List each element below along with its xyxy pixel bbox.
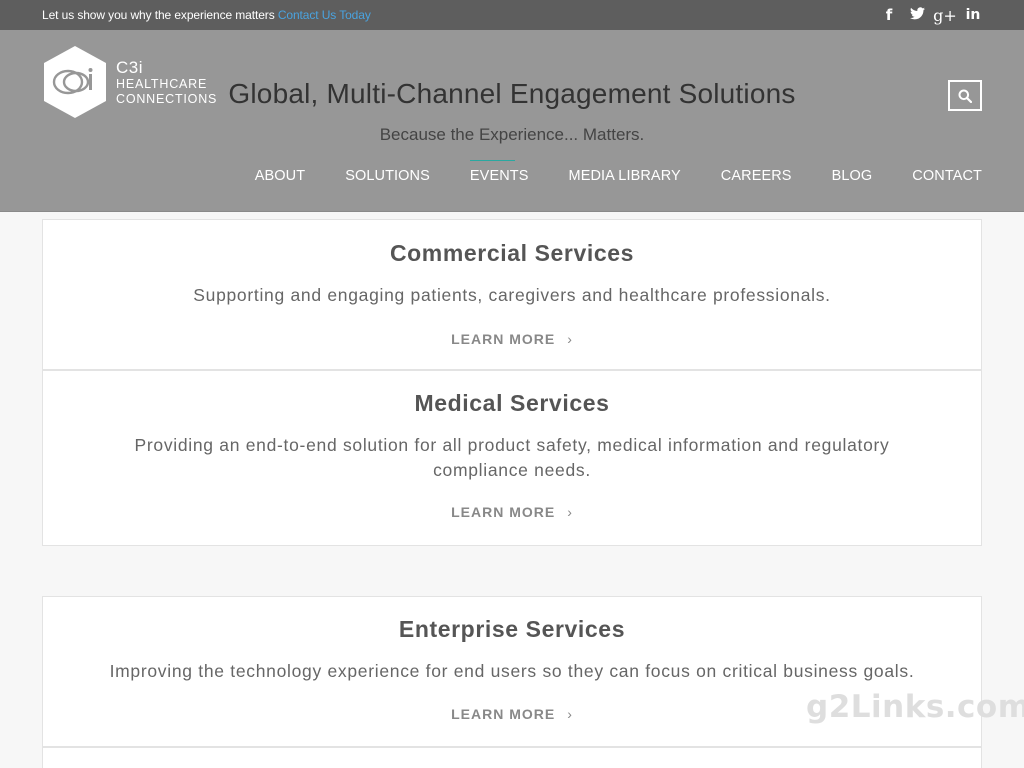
service-card-partial [42, 747, 982, 768]
social-links: f g+ in [875, 6, 987, 25]
headline-text: Global, Multi-Channel Engagement Solutio… [228, 78, 796, 109]
service-card-commercial: Commercial Services Supporting and engag… [42, 219, 982, 370]
service-description: Improving the technology experience for … [109, 661, 915, 681]
nav-item-media-library[interactable]: MEDIA LIBRARY [569, 168, 681, 184]
learn-more-label: LEARN MORE [451, 706, 556, 722]
chevron-right-icon: › [567, 331, 573, 347]
service-description: Supporting and engaging patients, caregi… [193, 285, 831, 305]
service-description: Providing an end-to-end solution for all… [134, 435, 890, 480]
contact-us-link[interactable]: Contact Us Today [278, 8, 371, 22]
service-title: Enterprise Services [398, 616, 626, 642]
site-header: C3i HEALTHCARE CONNECTIONS Global, Multi… [0, 30, 1024, 212]
learn-more-link[interactable]: LEARN MORE › [451, 504, 573, 520]
chevron-right-icon: › [567, 706, 573, 722]
page-tagline: Because the Experience... Matters. [379, 125, 645, 144]
top-bar: Let us show you why the experience matte… [0, 0, 1024, 30]
twitter-icon[interactable] [903, 6, 931, 24]
facebook-icon[interactable]: f [875, 6, 903, 24]
learn-more-link[interactable]: LEARN MORE › [451, 706, 573, 722]
promo-text: Let us show you why the experience matte… [42, 8, 371, 22]
main-nav: ABOUT SOLUTIONS EVENTS MEDIA LIBRARY CAR… [255, 160, 982, 184]
service-card-medical: Medical Services Providing an end-to-end… [42, 370, 982, 546]
nav-item-careers[interactable]: CAREERS [721, 168, 792, 184]
logo-brand: C3i [116, 58, 144, 77]
promo-message: Let us show you why the experience matte… [42, 8, 275, 22]
learn-more-label: LEARN MORE [451, 504, 556, 520]
nav-item-events[interactable]: EVENTS [469, 160, 529, 184]
nav-item-contact[interactable]: CONTACT [912, 168, 982, 184]
chevron-right-icon: › [567, 504, 573, 520]
search-icon [958, 89, 972, 103]
service-title: Commercial Services [389, 240, 635, 266]
search-button[interactable] [948, 80, 982, 111]
service-title: Medical Services [414, 390, 610, 416]
page-headline: Global, Multi-Channel Engagement Solutio… [0, 78, 1024, 110]
nav-item-solutions[interactable]: SOLUTIONS [345, 168, 430, 184]
learn-more-label: LEARN MORE [451, 331, 556, 347]
linkedin-icon[interactable]: in [959, 7, 987, 23]
google-plus-icon[interactable]: g+ [931, 6, 959, 25]
nav-item-about[interactable]: ABOUT [255, 168, 305, 184]
nav-item-blog[interactable]: BLOG [832, 168, 873, 184]
watermark: g2Links.com [806, 689, 1024, 725]
learn-more-link[interactable]: LEARN MORE › [451, 331, 573, 347]
